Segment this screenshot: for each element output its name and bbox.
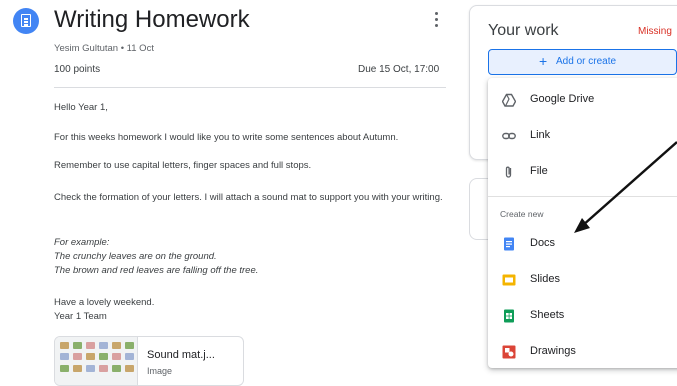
plus-icon: + [539,53,548,69]
paperclip-icon [505,166,512,178]
add-or-create-label: Add or create [556,56,617,67]
annotation-arrow [574,141,677,233]
menu-item-sheets[interactable]: Sheets [488,299,677,333]
menu-item-label: Google Drive [530,93,595,105]
menu-item-label: Slides [530,273,560,285]
google-drive-icon [502,93,516,107]
status-badge: Missing [638,26,672,37]
menu-item-label: Docs [530,237,556,249]
instructions-paragraph-2: Check the formation of your letters. I w… [54,192,443,203]
example-sentence-2: The brown and red leaves are falling off… [54,265,259,276]
menu-item-label: Sheets [530,309,565,321]
attachment-name: Sound mat.j... [147,349,215,361]
assignment-due: Due 15 Oct, 17:00 [358,64,440,75]
attachment-type: Image [147,366,173,376]
menu-item-label: File [530,165,548,177]
example-sentence-1: The crunchy leaves are on the ground. [54,251,217,262]
link-icon [502,132,516,140]
menu-item-label: Drawings [530,345,576,357]
your-work-title: Your work [488,22,559,39]
menu-item-label: Link [530,129,551,141]
instructions-paragraph-1: For this weeks homework I would like you… [54,132,399,143]
more-options-icon[interactable] [429,12,443,30]
sheets-icon [504,309,514,323]
slides-icon [502,274,516,286]
attachment-thumbnail [55,337,138,385]
instructions-paragraph-1b: Remember to use capital letters, finger … [54,160,312,171]
attachment-card[interactable]: Sound mat.j... Image [54,336,244,386]
assignment-meta: Yesim Gultutan • 11 Oct [54,43,154,54]
assignment-icon [13,8,39,34]
menu-item-google-drive[interactable]: Google Drive [488,83,677,117]
menu-item-slides[interactable]: Slides [488,263,677,297]
docs-icon [504,237,514,251]
menu-item-drawings[interactable]: Drawings [488,335,677,369]
add-or-create-button[interactable]: + Add or create [488,49,677,75]
greeting-text: Hello Year 1, [54,102,108,113]
assignment-title: Writing Homework [54,6,250,33]
drawings-icon [502,345,516,359]
header-divider [54,87,446,88]
example-label: For example: [54,237,110,248]
signoff-line-2: Year 1 Team [54,311,107,322]
assignment-points: 100 points [54,64,101,75]
create-new-heading: Create new [500,209,544,219]
signoff-line-1: Have a lovely weekend. [54,297,155,308]
